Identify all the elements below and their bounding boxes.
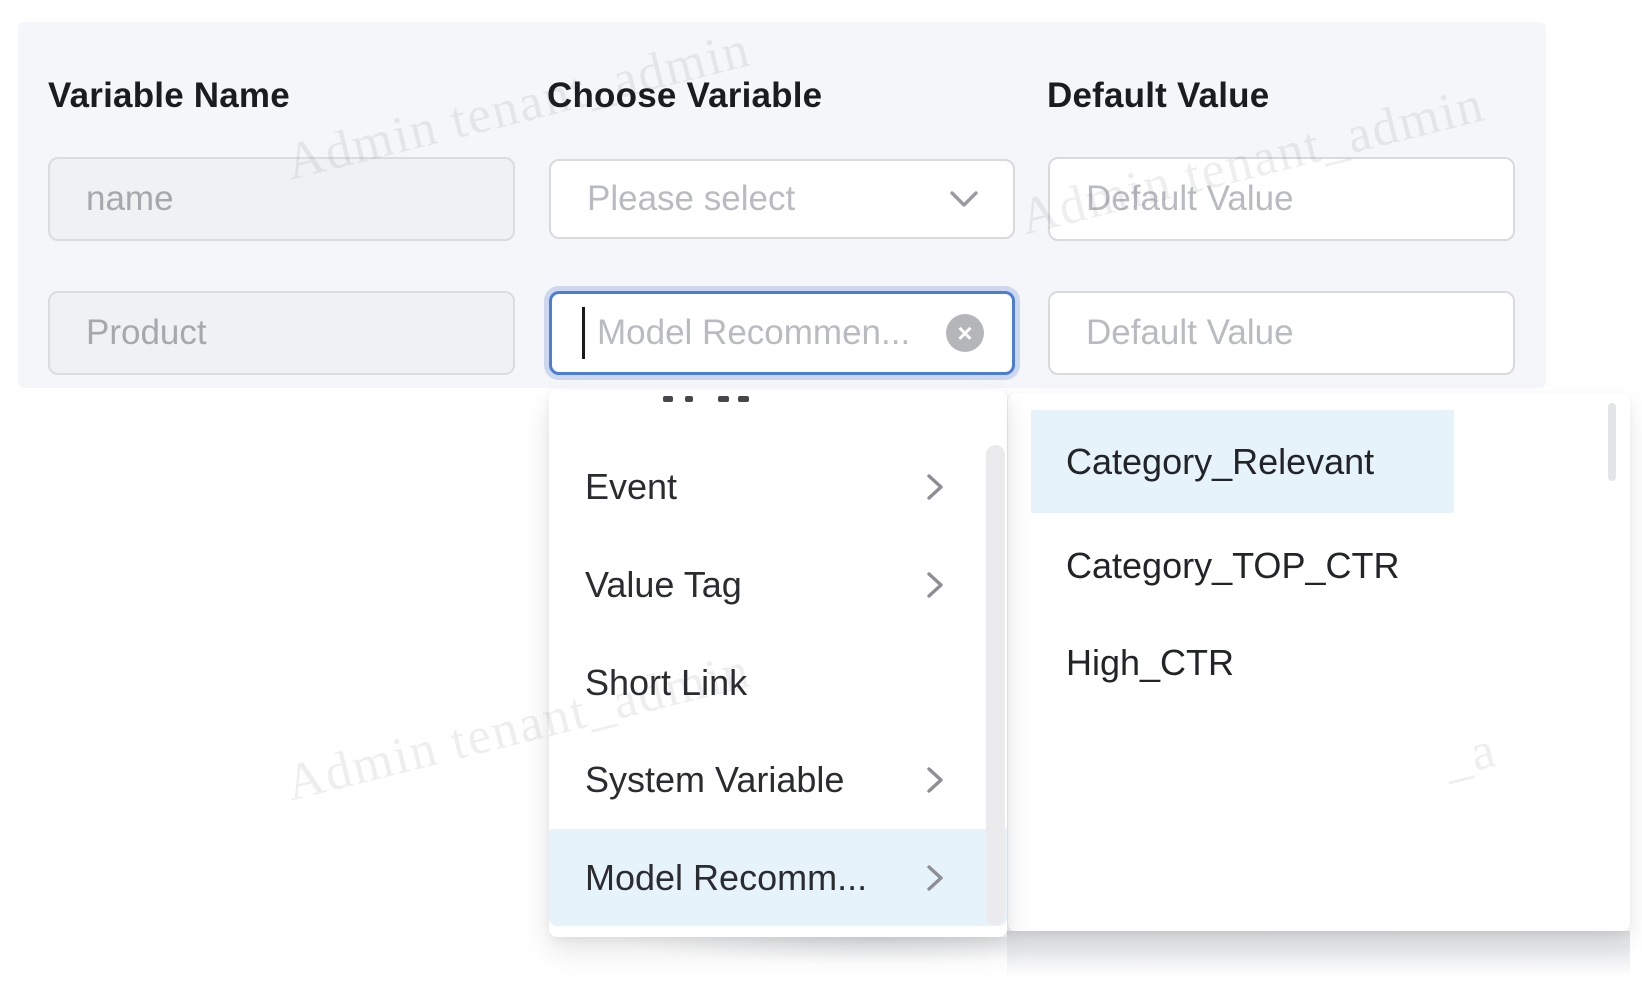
- menu-scrollbar-thumb[interactable]: [986, 445, 1005, 925]
- default-value-input-row2[interactable]: [1048, 291, 1515, 375]
- column-header-default-value: Default Value: [1047, 76, 1269, 116]
- clipped-text-fragment: [718, 396, 729, 402]
- clipped-text-fragment: [685, 396, 693, 402]
- variables-form-panel: Variable Name Choose Variable Default Va…: [18, 22, 1546, 388]
- select-placeholder: Please select: [551, 179, 949, 219]
- column-header-choose-variable: Choose Variable: [547, 76, 822, 116]
- cascader-menu: Event Value Tag Short Link System Variab…: [549, 390, 1007, 937]
- screen: Variable Name Choose Variable Default Va…: [0, 0, 1642, 996]
- choose-variable-select-row1[interactable]: Please select: [549, 159, 1015, 239]
- menu-item-value-tag[interactable]: Value Tag: [549, 536, 1007, 633]
- submenu-item-category-relevant[interactable]: Category_Relevant: [1031, 410, 1454, 513]
- column-header-variable-name: Variable Name: [48, 76, 290, 116]
- submenu-shadow: [1007, 931, 1630, 977]
- clipped-text-fragment: [663, 396, 673, 402]
- menu-item-system-variable[interactable]: System Variable: [549, 731, 1007, 828]
- submenu-item-high-ctr[interactable]: High_CTR: [1031, 613, 1454, 713]
- submenu-item-category-top-ctr[interactable]: Category_TOP_CTR: [1031, 516, 1454, 616]
- chevron-down-icon: [949, 190, 979, 208]
- menu-item-model-recommendation[interactable]: Model Recomm...: [549, 829, 1007, 926]
- cascader-submenu: Category_Relevant Category_TOP_CTR High_…: [1007, 393, 1630, 931]
- clear-selection-icon[interactable]: ×: [946, 314, 984, 352]
- selected-value-text: Model Recommen...: [585, 313, 946, 353]
- variable-name-input-row2[interactable]: [48, 291, 515, 375]
- chevron-right-icon: [925, 570, 945, 600]
- menu-item-event[interactable]: Event: [549, 438, 1007, 535]
- default-value-input-row1[interactable]: [1048, 157, 1515, 241]
- chevron-right-icon: [925, 765, 945, 795]
- variable-name-input-row1[interactable]: [48, 157, 515, 241]
- submenu-scrollbar-thumb[interactable]: [1608, 403, 1616, 481]
- dropdown-shadow: [545, 937, 1007, 973]
- menu-item-short-link[interactable]: Short Link: [549, 634, 1007, 731]
- chevron-right-icon: [925, 863, 945, 893]
- clipped-menu-item: [549, 390, 1007, 406]
- clipped-text-fragment: [738, 396, 749, 402]
- chevron-right-icon: [925, 472, 945, 502]
- choose-variable-select-row2-focused[interactable]: Model Recommen... ×: [549, 291, 1015, 375]
